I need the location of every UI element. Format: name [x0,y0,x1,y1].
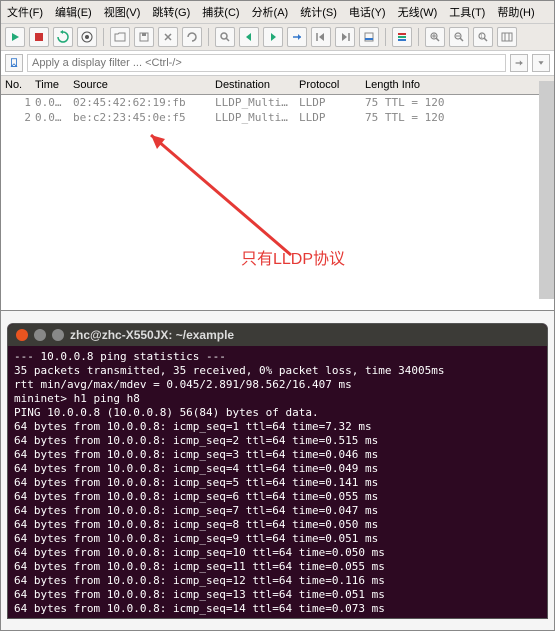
menu-tools[interactable]: 工具(T) [449,4,485,20]
column-header-source[interactable]: Source [73,79,215,91]
stop-capture-button[interactable] [29,27,49,47]
window-minimize-icon[interactable] [34,329,46,341]
zoom-in-button[interactable] [425,27,445,47]
toolbar: 1 [1,24,554,51]
auto-scroll-button[interactable] [359,27,379,47]
open-file-button[interactable] [110,27,130,47]
menu-telephony[interactable]: 电话(Y) [349,4,386,20]
packet-row[interactable]: 1 0.0… 02:45:42:62:19:fb LLDP_Multi… LLD… [1,95,554,110]
zoom-out-button[interactable] [449,27,469,47]
column-header-length[interactable]: Length Info [365,79,515,91]
menu-file[interactable]: 文件(F) [7,4,43,20]
svg-text:1: 1 [480,34,483,40]
packet-list-header: No. Time Source Destination Protocol Len… [1,76,554,95]
terminal-window: zhc@zhc-X550JX: ~/example --- 10.0.0.8 p… [7,323,548,619]
menu-help[interactable]: 帮助(H) [497,4,534,20]
terminal-title: zhc@zhc-X550JX: ~/example [70,328,234,342]
resize-columns-button[interactable] [497,27,517,47]
menu-go[interactable]: 跳转(G) [152,4,190,20]
go-to-packet-button[interactable] [287,27,307,47]
menu-capture[interactable]: 捕获(C) [202,4,239,20]
menu-bar: 文件(F) 编辑(E) 视图(V) 跳转(G) 捕获(C) 分析(A) 统计(S… [1,1,554,24]
packet-list[interactable]: 1 0.0… 02:45:42:62:19:fb LLDP_Multi… LLD… [1,95,554,315]
reload-button[interactable] [182,27,202,47]
go-last-button[interactable] [335,27,355,47]
close-file-button[interactable] [158,27,178,47]
filter-expression-button[interactable] [510,54,528,72]
go-back-button[interactable] [239,27,259,47]
annotation-text: 只有LLDP协议 [241,245,345,269]
bookmark-filter-icon[interactable] [5,54,23,72]
scrollbar-thumb[interactable] [540,81,554,299]
save-file-button[interactable] [134,27,154,47]
terminal-body[interactable]: --- 10.0.0.8 ping statistics --- 35 pack… [8,346,547,619]
menu-analyze[interactable]: 分析(A) [252,4,289,20]
packet-row[interactable]: 2 0.0… be:c2:23:45:0e:f5 LLDP_Multi… LLD… [1,110,554,125]
go-forward-button[interactable] [263,27,283,47]
filter-dropdown-button[interactable] [532,54,550,72]
zoom-reset-button[interactable]: 1 [473,27,493,47]
restart-capture-button[interactable] [53,27,73,47]
vertical-scrollbar[interactable] [539,81,554,299]
menu-edit[interactable]: 编辑(E) [55,4,92,20]
column-header-time[interactable]: Time [35,79,73,91]
display-filter-input[interactable] [27,54,506,72]
colorize-button[interactable] [392,27,412,47]
capture-options-button[interactable] [77,27,97,47]
column-header-no[interactable]: No. [1,79,35,91]
find-packet-button[interactable] [215,27,235,47]
start-capture-button[interactable] [5,27,25,47]
menu-view[interactable]: 视图(V) [104,4,141,20]
go-first-button[interactable] [311,27,331,47]
column-header-protocol[interactable]: Protocol [299,79,365,91]
filter-bar [1,51,554,76]
menu-statistics[interactable]: 统计(S) [300,4,337,20]
bottom-pane: zhc@zhc-X550JX: ~/example --- 10.0.0.8 p… [1,310,554,630]
column-header-destination[interactable]: Destination [215,79,299,91]
window-maximize-icon[interactable] [52,329,64,341]
menu-wireless[interactable]: 无线(W) [398,4,438,20]
window-close-icon[interactable] [16,329,28,341]
terminal-titlebar: zhc@zhc-X550JX: ~/example [8,324,547,346]
